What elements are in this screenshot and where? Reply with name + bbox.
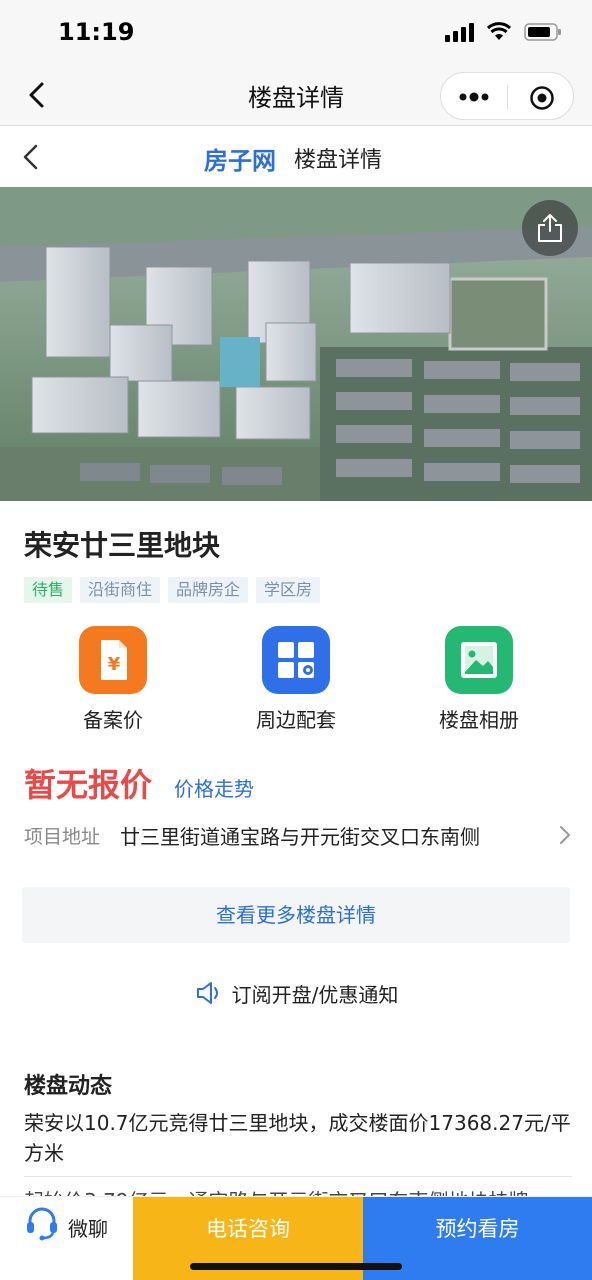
feature-surroundings[interactable]: 周边配套	[226, 626, 366, 733]
feature-label: 备案价	[83, 708, 143, 732]
price-row: 暂无报价 价格走势	[24, 760, 254, 806]
status-icons	[445, 22, 562, 42]
tag-school-district: 学区房	[256, 577, 321, 603]
feature-photo-album[interactable]: 楼盘相册	[409, 626, 549, 733]
headset-icon	[27, 1207, 57, 1241]
wechat-nav-bar: 楼盘详情	[0, 64, 592, 126]
site-header-title: 楼盘详情	[294, 148, 383, 173]
battery-icon	[524, 22, 562, 42]
feature-shortcuts: ¥ 备案价 周边配套 楼盘相册	[0, 626, 592, 732]
subscribe-notice[interactable]: 订阅开盘/优惠通知	[0, 977, 592, 1009]
feature-label: 周边配套	[256, 708, 336, 732]
site-brand-logo[interactable]: 房子网	[204, 141, 276, 176]
chevron-right-icon	[560, 826, 570, 844]
more-details-button[interactable]: 查看更多楼盘详情	[22, 887, 570, 943]
dynamics-item[interactable]: 荣安以10.7亿元竞得廿三里地块，成交楼面价17368.27元/平方米	[24, 1108, 572, 1168]
site-header: 房子网 楼盘详情	[0, 127, 592, 187]
address-row[interactable]: 项目地址 廿三里街道通宝路与开元街交叉口东南侧	[24, 818, 572, 852]
tag-brand-developer: 品牌房企	[168, 577, 249, 603]
photo-album-icon	[445, 626, 513, 694]
price-value: 暂无报价	[24, 766, 153, 804]
tag-for-sale: 待售	[24, 577, 73, 603]
speaker-icon	[196, 982, 218, 1004]
subscribe-label: 订阅开盘/优惠通知	[231, 982, 399, 1007]
wifi-icon	[486, 22, 512, 42]
address-label: 项目地址	[24, 826, 101, 848]
book-viewing-label: 预约看房	[435, 1217, 520, 1241]
address-value: 廿三里街道通宝路与开元街交叉口东南侧	[120, 825, 480, 849]
project-hero-image[interactable]	[0, 187, 592, 501]
feature-label: 楼盘相册	[439, 708, 519, 732]
dynamics-title: 楼盘动态	[24, 1074, 113, 1099]
more-dots-icon[interactable]	[459, 88, 489, 106]
close-miniprogram-icon[interactable]	[529, 85, 555, 111]
status-bar: 11:19	[0, 0, 592, 64]
share-icon	[538, 214, 562, 242]
project-tags: 待售 沿街商住 品牌房企 学区房	[24, 577, 321, 603]
miniprogram-capsule	[440, 72, 574, 120]
home-indicator[interactable]	[190, 1263, 402, 1270]
chat-label: 微聊	[68, 1217, 108, 1241]
tag-street-commercial: 沿街商住	[80, 577, 161, 603]
phone-consult-label: 电话咨询	[206, 1217, 290, 1241]
capsule-divider	[507, 85, 508, 109]
map-grid-icon	[262, 626, 330, 694]
site-back-icon[interactable]	[20, 143, 42, 171]
feature-filing-price[interactable]: ¥ 备案价	[43, 626, 183, 733]
dynamics-divider	[24, 1176, 572, 1177]
share-button[interactable]	[522, 200, 578, 256]
signal-icon	[445, 22, 474, 42]
svg-text:¥: ¥	[108, 654, 121, 675]
document-yuan-icon: ¥	[79, 626, 147, 694]
chat-button[interactable]: 微聊	[0, 1197, 133, 1280]
status-time: 11:19	[58, 18, 135, 46]
project-name: 荣安廿三里地块	[24, 529, 221, 562]
price-trend-link[interactable]: 价格走势	[174, 773, 254, 802]
